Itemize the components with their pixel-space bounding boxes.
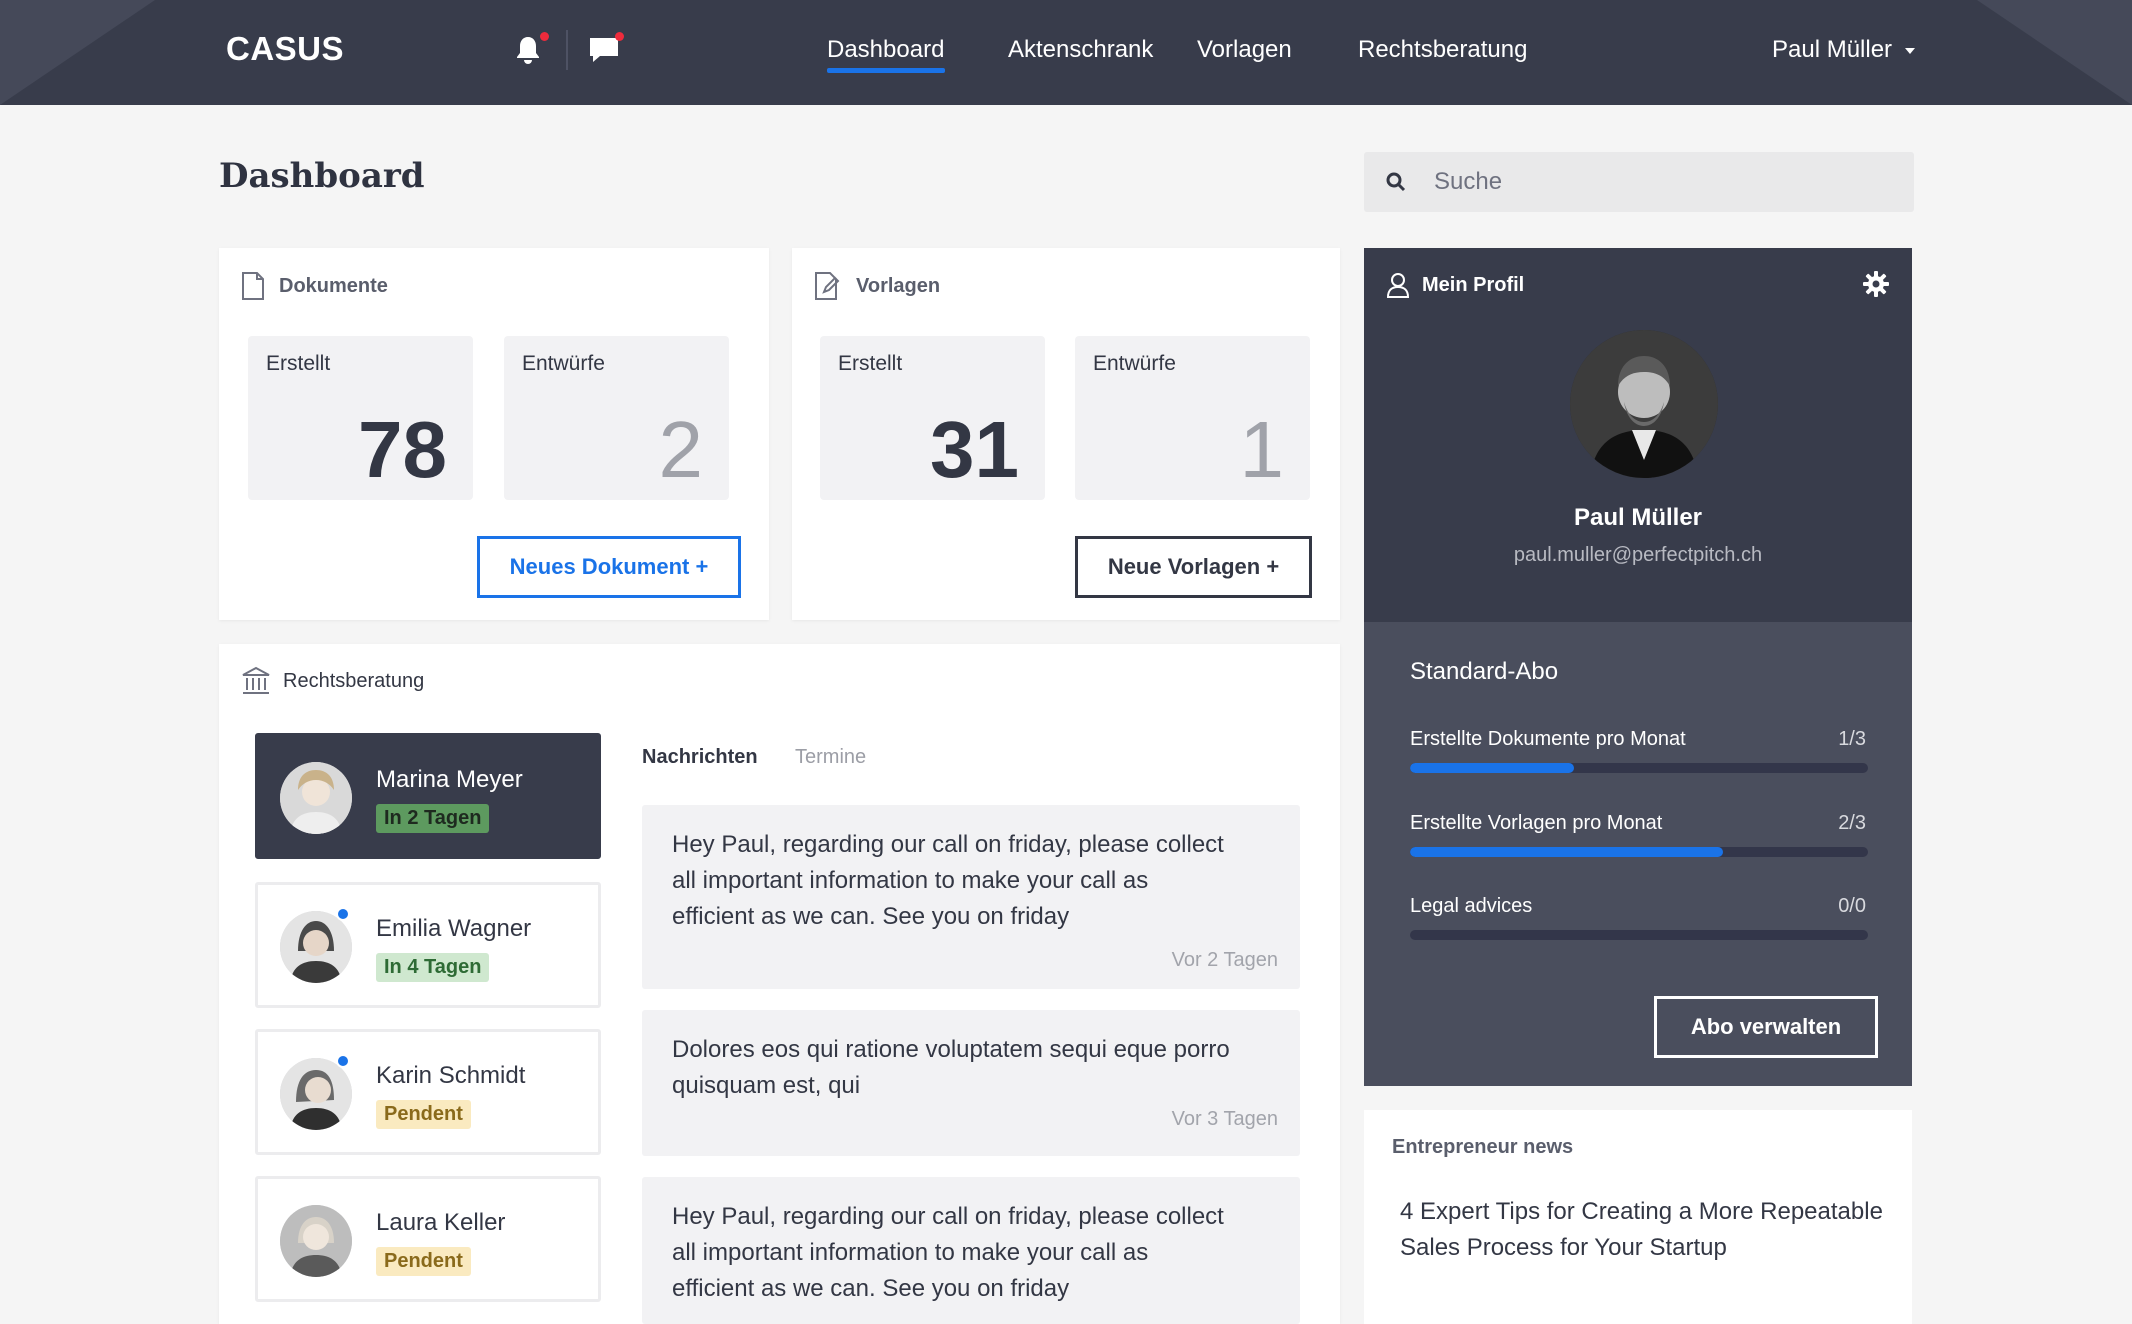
news-item-link[interactable]: 4 Expert Tips for Creating a More Repeat… [1400, 1194, 1900, 1266]
avatar [280, 1205, 352, 1277]
profile-avatar[interactable] [1570, 330, 1718, 478]
quota-label: Erstellte Dokumente pro Monat [1410, 728, 1686, 750]
top-navigation-bar: CASUS Dashboard Aktenschrank Vorlagen Re… [0, 0, 2132, 105]
appointment-badge: In 4 Tagen [376, 953, 490, 982]
message-item[interactable]: Hey Paul, regarding our call on friday, … [642, 1177, 1300, 1324]
nav-active-indicator [827, 68, 945, 73]
new-document-button[interactable]: Neues Dokument + [477, 536, 741, 598]
lawyer-name: Marina Meyer [376, 766, 523, 793]
subscription-title: Standard-Abo [1410, 658, 1559, 685]
quota-progress-bar [1410, 847, 1868, 857]
casus-logo[interactable]: CASUS [226, 30, 344, 68]
tab-nachrichten[interactable]: Nachrichten [642, 746, 758, 769]
avatar [280, 911, 352, 983]
message-text: Hey Paul, regarding our call on friday, … [672, 831, 1224, 930]
nav-rechtsberatung[interactable]: Rechtsberatung [1358, 36, 1527, 64]
manage-subscription-button[interactable]: Abo verwalten [1654, 996, 1878, 1058]
dokumente-card: Dokumente Erstellt 78 Entwürfe 2 Neues D… [219, 248, 769, 620]
subscription-panel: Standard-Abo Erstellte Dokumente pro Mon… [1364, 622, 1912, 1086]
document-icon [242, 272, 264, 300]
user-menu[interactable]: Paul Müller [1772, 36, 1892, 64]
avatar [280, 1058, 352, 1130]
nav-divider [566, 30, 568, 70]
quota-label: Legal advices [1410, 895, 1533, 917]
news-card: Entrepreneur news 4 Expert Tips for Crea… [1364, 1110, 1912, 1324]
search-icon [1386, 172, 1406, 192]
lawyer-item-laura-keller[interactable]: Laura Keller Pendent [255, 1176, 601, 1302]
quota-progress-bar [1410, 930, 1868, 940]
avatar [280, 762, 352, 834]
news-title: Entrepreneur news [1392, 1136, 1574, 1158]
dokumente-title: Dokumente [279, 274, 388, 297]
stat-label: Entwürfe [1093, 352, 1176, 375]
tab-termine[interactable]: Termine [795, 746, 866, 769]
online-indicator [336, 907, 350, 921]
message-item[interactable]: Dolores eos qui ratione voluptatem sequi… [642, 1010, 1300, 1156]
profile-card: Mein Profil Paul Müller paul.muller@perf… [1364, 248, 1912, 622]
status-badge: Pendent [376, 1247, 471, 1276]
lawyer-name: Emilia Wagner [376, 915, 532, 942]
message-text: Dolores eos qui ratione voluptatem sequi… [672, 1036, 1230, 1099]
user-icon [1386, 273, 1410, 298]
decorative-corner-left [0, 0, 155, 105]
vorlagen-card: Vorlagen Erstellt 31 Entwürfe 1 Neue Vor… [792, 248, 1340, 620]
page-title: Dashboard [219, 156, 425, 196]
quota-value: 1/3 [1838, 728, 1866, 750]
lawyer-name: Laura Keller [376, 1209, 506, 1236]
stat-value: 31 [930, 405, 1019, 494]
dokumente-created-stat[interactable]: Erstellt 78 [248, 336, 473, 500]
stat-label: Entwürfe [522, 352, 605, 375]
dokumente-drafts-stat[interactable]: Entwürfe 2 [504, 336, 729, 500]
nav-vorlagen[interactable]: Vorlagen [1197, 36, 1292, 64]
appointment-badge: In 2 Tagen [376, 804, 490, 833]
online-indicator [336, 1054, 350, 1068]
stat-value: 1 [1239, 405, 1285, 494]
notification-dot [540, 32, 549, 41]
vorlagen-created-stat[interactable]: Erstellt 31 [820, 336, 1045, 500]
message-time: Vor 3 Tagen [1171, 1108, 1278, 1130]
stat-value: 78 [358, 405, 447, 494]
stat-label: Erstellt [266, 352, 331, 375]
quota-value: 0/0 [1838, 895, 1866, 917]
nav-dashboard[interactable]: Dashboard [827, 36, 944, 64]
template-edit-icon [815, 272, 840, 300]
nav-aktenschrank[interactable]: Aktenschrank [1008, 36, 1153, 64]
profile-email: paul.muller@perfectpitch.ch [1513, 544, 1763, 566]
new-template-button[interactable]: Neue Vorlagen + [1075, 536, 1312, 598]
chevron-down-icon[interactable] [1905, 48, 1915, 54]
lawyer-name: Karin Schmidt [376, 1062, 526, 1089]
message-dot [615, 32, 624, 41]
chat-icon[interactable] [588, 32, 624, 68]
profile-name: Paul Müller [1573, 504, 1703, 531]
message-item[interactable]: Hey Paul, regarding our call on friday, … [642, 805, 1300, 989]
quota-label: Erstellte Vorlagen pro Monat [1410, 812, 1663, 834]
courthouse-icon [242, 666, 270, 694]
quota-progress-fill [1410, 847, 1723, 857]
search-input[interactable] [1434, 152, 1894, 212]
quota-value: 2/3 [1838, 812, 1866, 834]
stat-value: 2 [658, 405, 704, 494]
lawyer-item-karin-schmidt[interactable]: Karin Schmidt Pendent [255, 1029, 601, 1155]
lawyer-item-emilia-wagner[interactable]: Emilia Wagner In 4 Tagen [255, 882, 601, 1008]
profile-title: Mein Profil [1422, 274, 1525, 296]
message-text: Hey Paul, regarding our call on friday, … [672, 1203, 1224, 1302]
message-time: Vor 2 Tagen [1171, 949, 1278, 971]
vorlagen-drafts-stat[interactable]: Entwürfe 1 [1075, 336, 1310, 500]
gear-icon[interactable] [1862, 270, 1890, 298]
bell-icon[interactable] [513, 32, 549, 68]
search-bar[interactable] [1364, 152, 1914, 212]
status-badge: Pendent [376, 1100, 471, 1129]
lawyer-item-marina-meyer[interactable]: Marina Meyer In 2 Tagen [255, 733, 601, 859]
quota-progress-bar [1410, 763, 1868, 773]
decorative-corner-right [1977, 0, 2132, 105]
vorlagen-title: Vorlagen [856, 274, 941, 297]
quota-progress-fill [1410, 763, 1574, 773]
rechtsberatung-title: Rechtsberatung [283, 669, 425, 692]
stat-label: Erstellt [838, 352, 903, 375]
